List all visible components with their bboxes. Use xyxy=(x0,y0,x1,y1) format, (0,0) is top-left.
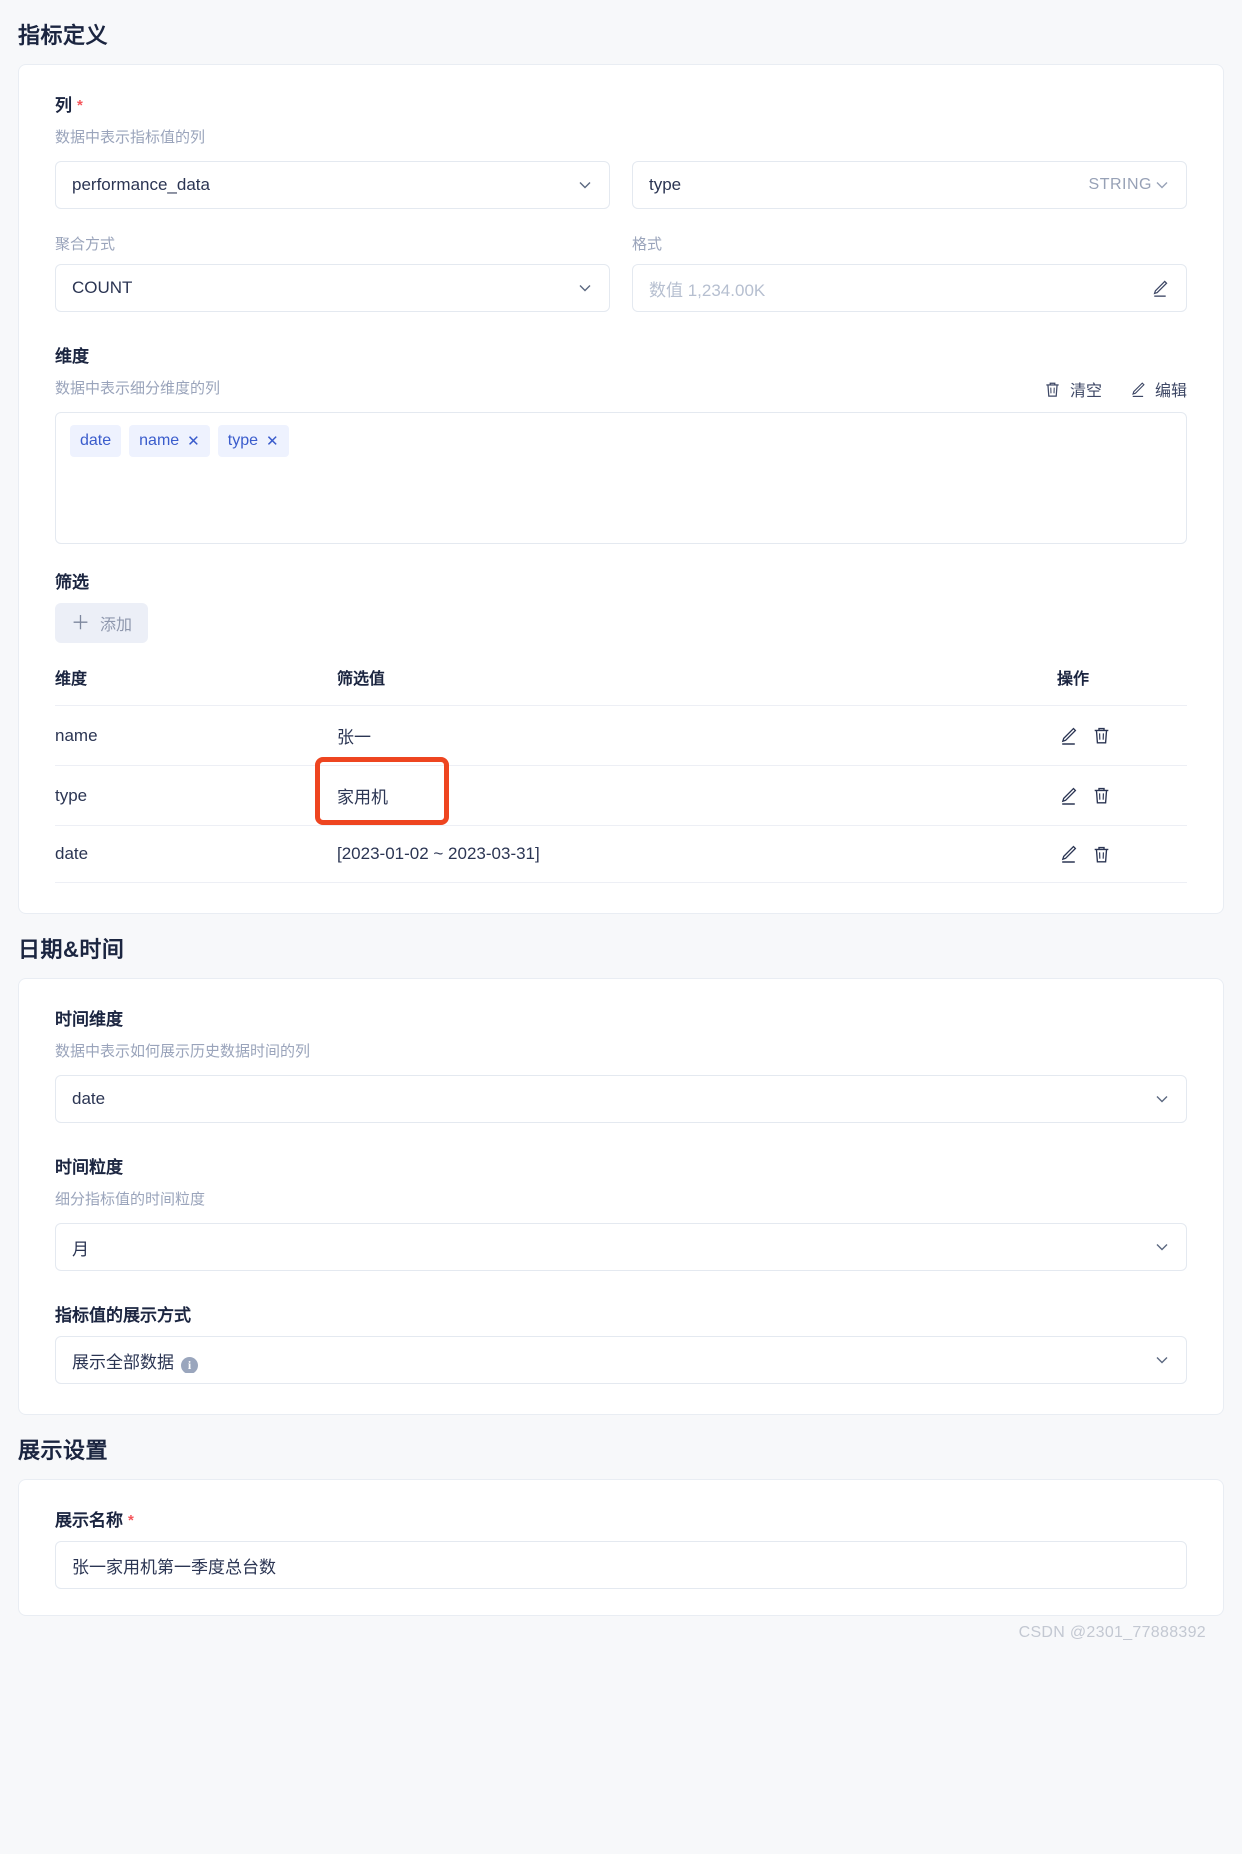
delete-filter-icon[interactable] xyxy=(1091,785,1112,806)
column-label: 列 * xyxy=(55,91,1187,116)
display-name-input[interactable]: 张一家用机第一季度总台数 xyxy=(55,1541,1187,1589)
add-filter-button[interactable]: ＋ 添加 xyxy=(55,603,149,643)
pencil-icon[interactable] xyxy=(1149,278,1170,299)
trash-icon xyxy=(1043,380,1062,399)
time-dimension-select[interactable]: date xyxy=(55,1075,1187,1123)
dimension-tag[interactable]: name ✕ xyxy=(129,425,210,457)
row-actions xyxy=(1057,785,1187,807)
column-selectors-row: performance_data type STRING xyxy=(55,161,1187,209)
required-asterisk: * xyxy=(128,1512,134,1529)
column-hint: 数据中表示指标值的列 xyxy=(55,129,206,146)
dimension-tag[interactable]: type ✕ xyxy=(217,425,289,457)
time-granularity-value: 月 xyxy=(72,1239,89,1259)
filter-label: 筛选 xyxy=(55,573,89,592)
table-select-value: performance_data xyxy=(72,175,210,194)
filter-row-dimension: name xyxy=(55,705,337,766)
chevron-down-icon xyxy=(1154,1352,1170,1368)
filter-row-value: 张一 xyxy=(337,705,1057,766)
edit-filter-icon[interactable] xyxy=(1057,785,1079,807)
add-filter-label: 添加 xyxy=(100,617,133,634)
dimension-actions: 清空 编辑 xyxy=(1043,377,1187,401)
table-select[interactable]: performance_data xyxy=(55,161,610,209)
dimension-hint: 数据中表示细分维度的列 xyxy=(55,380,221,397)
aggregation-format-labels: 聚合方式 格式 xyxy=(55,233,1187,264)
chevron-down-icon xyxy=(1154,177,1170,193)
edit-filter-icon[interactable] xyxy=(1057,843,1079,865)
delete-filter-icon[interactable] xyxy=(1091,844,1112,865)
remove-tag-icon[interactable]: ✕ xyxy=(266,432,279,450)
remove-tag-icon[interactable]: ✕ xyxy=(187,432,200,450)
time-dimension-label: 时间维度 xyxy=(55,1010,123,1029)
display-mode-select[interactable]: 展示全部数据 i xyxy=(55,1336,1187,1384)
filter-row-value: [2023-01-02 ~ 2023-03-31] xyxy=(337,825,1057,883)
aggregation-select[interactable]: COUNT xyxy=(55,264,610,312)
time-dimension-hint: 数据中表示如何展示历史数据时间的列 xyxy=(55,1043,311,1060)
filter-row-dimension: date xyxy=(55,825,337,883)
format-label: 格式 xyxy=(632,236,663,253)
header-filter-value: 筛选值 xyxy=(337,665,1057,706)
format-placeholder: 数值 1,234.00K xyxy=(649,280,766,300)
required-asterisk: * xyxy=(77,97,83,114)
filter-table-header-row: 维度 筛选值 操作 xyxy=(55,665,1187,706)
field-select-value: type xyxy=(649,175,682,194)
section-title-date-time: 日期&时间 xyxy=(18,937,125,962)
clear-dimensions-button[interactable]: 清空 xyxy=(1043,377,1102,401)
row-actions xyxy=(1057,843,1187,865)
display-mode-value: 展示全部数据 xyxy=(72,1352,174,1372)
dimension-tag-label: date xyxy=(80,432,112,449)
highlighted-filter-value-wrap: 家用机 xyxy=(315,757,449,825)
filter-row-dimension: type xyxy=(55,765,337,826)
edit-dimensions-label: 编辑 xyxy=(1154,383,1187,400)
chevron-down-icon xyxy=(1154,1239,1170,1255)
display-name-label: 展示名称 * xyxy=(55,1506,1187,1531)
dimension-tag-label: name xyxy=(139,432,180,449)
field-type-badge: STRING xyxy=(1088,176,1152,193)
filter-row-value: 家用机 xyxy=(337,788,388,807)
time-granularity-label: 时间粒度 xyxy=(55,1158,123,1177)
filter-table: 维度 筛选值 操作 name 张一 type 家用机 date [2023-01… xyxy=(55,665,1187,883)
date-time-card: 时间维度 数据中表示如何展示历史数据时间的列 date 时间粒度 细分指标值的时… xyxy=(18,978,1224,1415)
section-title-display-settings: 展示设置 xyxy=(18,1438,109,1463)
watermark: CSDN @2301_77888392 xyxy=(1018,1624,1206,1641)
time-granularity-hint: 细分指标值的时间粒度 xyxy=(55,1191,206,1208)
section-title-metric-definition: 指标定义 xyxy=(18,23,109,48)
chevron-down-icon xyxy=(1154,1091,1170,1107)
delete-filter-icon[interactable] xyxy=(1091,725,1112,746)
time-dimension-value: date xyxy=(72,1089,106,1108)
display-mode-label: 指标值的展示方式 xyxy=(55,1306,191,1325)
aggregation-format-row: COUNT 数值 1,234.00K xyxy=(55,264,1187,312)
info-icon[interactable]: i xyxy=(181,1356,198,1373)
format-input[interactable]: 数值 1,234.00K xyxy=(632,264,1187,312)
display-name-value: 张一家用机第一季度总台数 xyxy=(72,1557,276,1577)
dimension-tag-label: type xyxy=(227,432,258,449)
aggregation-label: 聚合方式 xyxy=(55,236,116,253)
header-operations: 操作 xyxy=(1057,665,1187,706)
edit-filter-icon[interactable] xyxy=(1057,725,1079,747)
field-select[interactable]: type STRING xyxy=(632,161,1187,209)
display-name-label-text: 展示名称 xyxy=(55,1511,123,1530)
table-row: type 家用机 xyxy=(55,757,1187,826)
aggregation-value: COUNT xyxy=(72,278,133,297)
table-row: name 张一 xyxy=(55,705,1187,766)
row-actions xyxy=(1057,725,1187,747)
column-label-text: 列 xyxy=(55,96,72,115)
plus-icon: ＋ xyxy=(71,612,91,634)
metric-definition-card: 列 * 数据中表示指标值的列 performance_data type STR… xyxy=(18,64,1224,914)
settings-page: 指标定义 列 * 数据中表示指标值的列 performance_data typ… xyxy=(0,0,1242,1652)
dimension-tag[interactable]: date xyxy=(70,425,122,457)
table-row: date [2023-01-02 ~ 2023-03-31] xyxy=(55,825,1187,883)
pencil-icon xyxy=(1128,380,1147,399)
chevron-down-icon xyxy=(577,177,593,193)
dimension-label: 维度 xyxy=(55,347,89,366)
edit-dimensions-button[interactable]: 编辑 xyxy=(1128,377,1187,401)
dimension-tag-box[interactable]: date name ✕ type ✕ xyxy=(55,412,1187,544)
display-settings-card: 展示名称 * 张一家用机第一季度总台数 xyxy=(18,1479,1224,1616)
time-granularity-select[interactable]: 月 xyxy=(55,1223,1187,1271)
header-dimension: 维度 xyxy=(55,665,337,706)
clear-dimensions-label: 清空 xyxy=(1069,383,1102,400)
chevron-down-icon xyxy=(577,280,593,296)
dimension-header-row: 数据中表示细分维度的列 清空 编辑 xyxy=(55,377,1187,412)
